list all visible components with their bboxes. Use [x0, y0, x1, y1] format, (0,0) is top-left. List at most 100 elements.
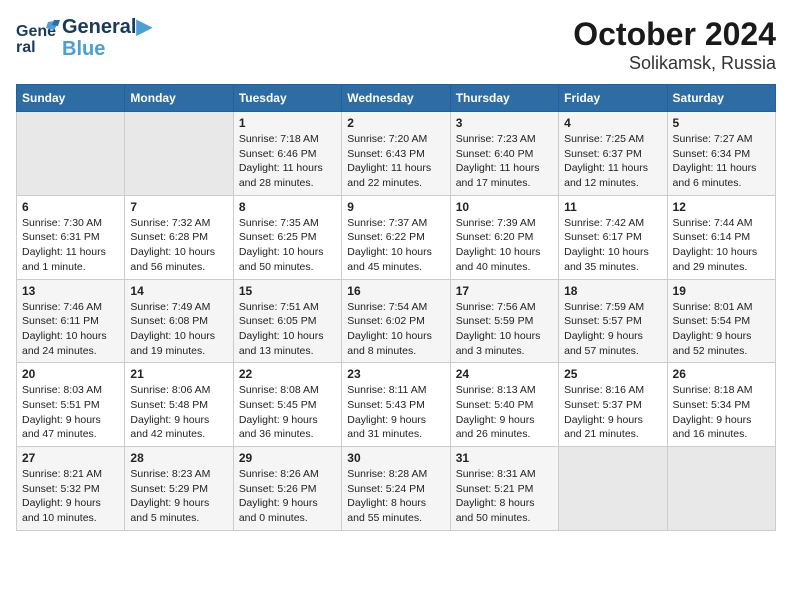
logo-text-line2: Blue — [62, 38, 152, 60]
day-info: Sunrise: 8:18 AMSunset: 5:34 PMDaylight:… — [673, 383, 770, 442]
day-cell — [559, 447, 667, 531]
day-cell: 16 Sunrise: 7:54 AMSunset: 6:02 PMDayligh… — [342, 279, 450, 363]
day-number: 26 — [673, 367, 770, 381]
page-title: October 2024 — [573, 16, 776, 53]
day-cell: 7 Sunrise: 7:32 AMSunset: 6:28 PMDaylight… — [125, 195, 233, 279]
logo-icon: Gene ral — [16, 18, 60, 58]
week-row-2: 6Sunrise: 7:30 AMSunset: 6:31 PMDaylight… — [17, 195, 776, 279]
logo: Gene ral General▶ Blue — [16, 16, 152, 60]
page-header: Gene ral General▶ Blue October 2024 Soli… — [16, 16, 776, 74]
svg-text:ral: ral — [16, 39, 36, 56]
day-cell: 21 Sunrise: 8:06 AMSunset: 5:48 PMDayligh… — [125, 363, 233, 447]
day-info: Sunrise: 7:25 AMSunset: 6:37 PMDaylight:… — [564, 132, 661, 191]
day-info: Sunrise: 7:56 AMSunset: 5:59 PMDaylight:… — [456, 300, 553, 359]
day-info: Sunrise: 7:35 AMSunset: 6:25 PMDaylight:… — [239, 216, 336, 275]
day-cell: 18 Sunrise: 7:59 AMSunset: 5:57 PMDayligh… — [559, 279, 667, 363]
day-cell: 29Sunrise: 8:26 AMSunset: 5:26 PMDayligh… — [233, 447, 341, 531]
day-cell: 13Sunrise: 7:46 AMSunset: 6:11 PMDayligh… — [17, 279, 125, 363]
day-number: 3 — [456, 116, 553, 130]
header-monday: Monday — [125, 85, 233, 112]
calendar-table: SundayMondayTuesdayWednesdayThursdayFrid… — [16, 84, 776, 531]
day-cell: 17 Sunrise: 7:56 AMSunset: 5:59 PMDayligh… — [450, 279, 558, 363]
day-number: 24 — [456, 367, 553, 381]
day-cell: 10 Sunrise: 7:39 AMSunset: 6:20 PMDayligh… — [450, 195, 558, 279]
header-saturday: Saturday — [667, 85, 775, 112]
day-cell: 28 Sunrise: 8:23 AMSunset: 5:29 PMDayligh… — [125, 447, 233, 531]
day-info: Sunrise: 8:13 AMSunset: 5:40 PMDaylight:… — [456, 383, 553, 442]
day-number: 15 — [239, 284, 336, 298]
day-info: Sunrise: 8:23 AMSunset: 5:29 PMDaylight:… — [130, 467, 227, 526]
day-info: Sunrise: 7:42 AMSunset: 6:17 PMDaylight:… — [564, 216, 661, 275]
day-info: Sunrise: 8:16 AMSunset: 5:37 PMDaylight:… — [564, 383, 661, 442]
day-number: 9 — [347, 200, 444, 214]
day-cell: 4 Sunrise: 7:25 AMSunset: 6:37 PMDaylight… — [559, 112, 667, 196]
day-info: Sunrise: 7:37 AMSunset: 6:22 PMDaylight:… — [347, 216, 444, 275]
header-sunday: Sunday — [17, 85, 125, 112]
header-thursday: Thursday — [450, 85, 558, 112]
day-number: 23 — [347, 367, 444, 381]
week-row-1: 1Sunrise: 7:18 AMSunset: 6:46 PMDaylight… — [17, 112, 776, 196]
day-cell: 3 Sunrise: 7:23 AMSunset: 6:40 PMDaylight… — [450, 112, 558, 196]
day-cell: 19Sunrise: 8:01 AMSunset: 5:54 PMDayligh… — [667, 279, 775, 363]
week-row-4: 20 Sunrise: 8:03 AMSunset: 5:51 PMDayligh… — [17, 363, 776, 447]
day-info: Sunrise: 8:21 AMSunset: 5:32 PMDaylight:… — [22, 467, 119, 526]
day-info: Sunrise: 8:28 AMSunset: 5:24 PMDaylight:… — [347, 467, 444, 526]
day-number: 14 — [130, 284, 227, 298]
day-cell: 9 Sunrise: 7:37 AMSunset: 6:22 PMDaylight… — [342, 195, 450, 279]
title-block: October 2024 Solikamsk, Russia — [573, 16, 776, 74]
day-number: 17 — [456, 284, 553, 298]
day-number: 10 — [456, 200, 553, 214]
day-info: Sunrise: 7:51 AMSunset: 6:05 PMDaylight:… — [239, 300, 336, 359]
day-cell: 6Sunrise: 7:30 AMSunset: 6:31 PMDaylight… — [17, 195, 125, 279]
day-info: Sunrise: 7:20 AMSunset: 6:43 PMDaylight:… — [347, 132, 444, 191]
day-cell: 1Sunrise: 7:18 AMSunset: 6:46 PMDaylight… — [233, 112, 341, 196]
day-number: 11 — [564, 200, 661, 214]
day-cell: 26 Sunrise: 8:18 AMSunset: 5:34 PMDayligh… — [667, 363, 775, 447]
day-cell: 22Sunrise: 8:08 AMSunset: 5:45 PMDayligh… — [233, 363, 341, 447]
day-number: 18 — [564, 284, 661, 298]
day-info: Sunrise: 7:32 AMSunset: 6:28 PMDaylight:… — [130, 216, 227, 275]
day-number: 16 — [347, 284, 444, 298]
day-number: 5 — [673, 116, 770, 130]
day-cell — [17, 112, 125, 196]
day-info: Sunrise: 8:06 AMSunset: 5:48 PMDaylight:… — [130, 383, 227, 442]
day-info: Sunrise: 8:11 AMSunset: 5:43 PMDaylight:… — [347, 383, 444, 442]
day-info: Sunrise: 8:31 AMSunset: 5:21 PMDaylight:… — [456, 467, 553, 526]
day-info: Sunrise: 7:18 AMSunset: 6:46 PMDaylight:… — [239, 132, 336, 191]
day-number: 21 — [130, 367, 227, 381]
day-info: Sunrise: 7:54 AMSunset: 6:02 PMDaylight:… — [347, 300, 444, 359]
day-cell: 25 Sunrise: 8:16 AMSunset: 5:37 PMDayligh… — [559, 363, 667, 447]
day-info: Sunrise: 7:23 AMSunset: 6:40 PMDaylight:… — [456, 132, 553, 191]
day-cell: 8Sunrise: 7:35 AMSunset: 6:25 PMDaylight… — [233, 195, 341, 279]
day-number: 28 — [130, 451, 227, 465]
day-number: 7 — [130, 200, 227, 214]
day-number: 4 — [564, 116, 661, 130]
day-cell: 14 Sunrise: 7:49 AMSunset: 6:08 PMDayligh… — [125, 279, 233, 363]
day-cell: 27 Sunrise: 8:21 AMSunset: 5:32 PMDayligh… — [17, 447, 125, 531]
page-subtitle: Solikamsk, Russia — [573, 53, 776, 74]
day-number: 30 — [347, 451, 444, 465]
day-cell: 23 Sunrise: 8:11 AMSunset: 5:43 PMDayligh… — [342, 363, 450, 447]
week-row-3: 13Sunrise: 7:46 AMSunset: 6:11 PMDayligh… — [17, 279, 776, 363]
day-cell: 12Sunrise: 7:44 AMSunset: 6:14 PMDayligh… — [667, 195, 775, 279]
day-cell — [667, 447, 775, 531]
day-number: 29 — [239, 451, 336, 465]
day-number: 25 — [564, 367, 661, 381]
day-info: Sunrise: 8:03 AMSunset: 5:51 PMDaylight:… — [22, 383, 119, 442]
day-info: Sunrise: 8:08 AMSunset: 5:45 PMDaylight:… — [239, 383, 336, 442]
day-info: Sunrise: 7:46 AMSunset: 6:11 PMDaylight:… — [22, 300, 119, 359]
week-row-5: 27 Sunrise: 8:21 AMSunset: 5:32 PMDayligh… — [17, 447, 776, 531]
day-number: 20 — [22, 367, 119, 381]
day-number: 27 — [22, 451, 119, 465]
day-cell: 11 Sunrise: 7:42 AMSunset: 6:17 PMDayligh… — [559, 195, 667, 279]
day-info: Sunrise: 7:59 AMSunset: 5:57 PMDaylight:… — [564, 300, 661, 359]
day-number: 12 — [673, 200, 770, 214]
day-info: Sunrise: 7:30 AMSunset: 6:31 PMDaylight:… — [22, 216, 119, 275]
logo-text-line1: General▶ — [62, 16, 152, 38]
day-cell: 5 Sunrise: 7:27 AMSunset: 6:34 PMDaylight… — [667, 112, 775, 196]
day-info: Sunrise: 7:49 AMSunset: 6:08 PMDaylight:… — [130, 300, 227, 359]
day-info: Sunrise: 7:39 AMSunset: 6:20 PMDaylight:… — [456, 216, 553, 275]
day-info: Sunrise: 7:27 AMSunset: 6:34 PMDaylight:… — [673, 132, 770, 191]
header-wednesday: Wednesday — [342, 85, 450, 112]
day-cell: 31Sunrise: 8:31 AMSunset: 5:21 PMDayligh… — [450, 447, 558, 531]
